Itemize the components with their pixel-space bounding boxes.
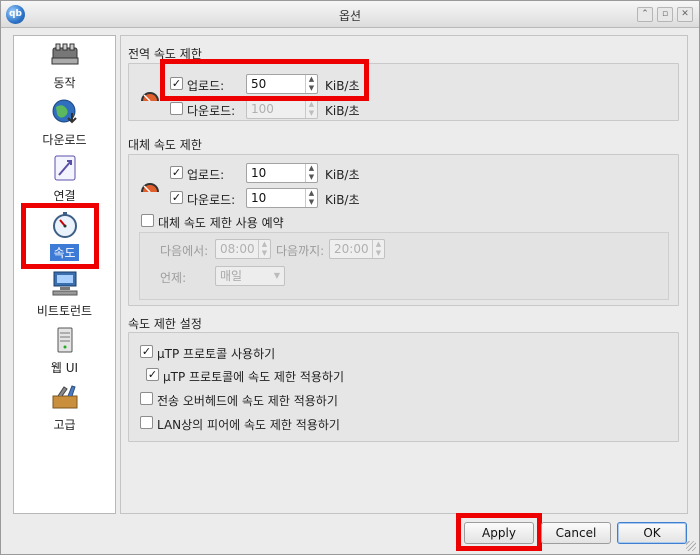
sidebar-item-behavior[interactable]: 동작 <box>14 42 115 91</box>
behavior-icon <box>50 42 80 68</box>
global-upload-spinbox[interactable]: 50 ▲ ▼ <box>246 74 318 94</box>
speed-settings-panel: 전역 속도 제한 ✓ 업로드: 50 ▲ ▼ KiB/초 다운로드: 100 ▲ ▼… <box>120 35 688 514</box>
utp-checkbox[interactable]: ✓ <box>140 345 153 358</box>
sidebar-item-webui[interactable]: 웹 UI <box>14 327 115 376</box>
sidebar-item-advanced[interactable]: 고급 <box>14 384 115 433</box>
title-bar[interactable]: qb 옵션 ⌃ ▫ ✕ <box>1 1 699 28</box>
alt-speed-gauge-icon <box>141 183 159 193</box>
schedule-label: 대체 속도 제한 사용 예약 <box>158 216 284 230</box>
global-upload-checkbox[interactable]: ✓ <box>170 77 183 90</box>
utp-label: µTP 프로토콜 사용하기 <box>157 347 276 361</box>
alt-upload-unit: KiB/초 <box>325 168 360 182</box>
advanced-tools-icon <box>50 384 80 410</box>
speed-gauge-icon <box>141 92 159 102</box>
ok-button[interactable]: OK <box>617 522 687 544</box>
limit-settings-title: 속도 제한 설정 <box>128 317 202 331</box>
global-limit-title: 전역 속도 제한 <box>128 47 202 61</box>
schedule-to-label: 다음까지: <box>276 244 325 258</box>
schedule-checkbox[interactable] <box>141 214 154 227</box>
alt-download-label: 다운로드: <box>187 193 236 207</box>
schedule-to-value: 20:00 <box>334 242 369 256</box>
minimize-up-icon[interactable]: ⌃ <box>637 7 653 22</box>
alt-download-spinbox[interactable]: 10 ▲ ▼ <box>246 188 318 208</box>
window-title: 옵션 <box>338 9 362 23</box>
sidebar-item-label: 비트토런트 <box>36 304 93 318</box>
lan-checkbox[interactable] <box>140 416 153 429</box>
sidebar-item-label: 다운로드 <box>42 133 87 147</box>
alt-limit-title: 대체 속도 제한 <box>128 138 202 152</box>
utp-limit-checkbox[interactable]: ✓ <box>146 368 159 381</box>
alt-upload-label: 업로드: <box>187 168 225 182</box>
global-download-checkbox[interactable] <box>170 102 183 115</box>
spin-arrows-icon[interactable]: ▲ ▼ <box>305 100 317 118</box>
close-icon[interactable]: ✕ <box>677 7 693 22</box>
sidebar-item-label: 연결 <box>53 189 76 203</box>
schedule-from-value: 08:00 <box>220 242 255 256</box>
sidebar-item-label: 동작 <box>53 76 76 90</box>
sidebar-item-connection[interactable]: 연결 <box>14 155 115 204</box>
sidebar-item-bittorrent[interactable]: 비트토런트 <box>14 270 115 319</box>
resize-grip[interactable] <box>686 541 696 551</box>
schedule-from-label: 다음에서: <box>160 244 209 258</box>
alt-download-checkbox[interactable]: ✓ <box>170 191 183 204</box>
spin-arrows-icon[interactable]: ▲ ▼ <box>305 164 317 182</box>
sidebar-item-label: 고급 <box>53 418 76 432</box>
speed-stopwatch-icon <box>50 212 80 238</box>
global-limit-group: ✓ 업로드: 50 ▲ ▼ KiB/초 다운로드: 100 ▲ ▼ KiB/초 <box>128 63 679 121</box>
connection-icon <box>50 155 80 181</box>
global-download-spinbox[interactable]: 100 ▲ ▼ <box>246 99 318 119</box>
spin-arrows-icon[interactable]: ▲ ▼ <box>258 240 270 258</box>
schedule-group: 다음에서: 08:00 ▲ ▼ 다음까지: 20:00 ▲ ▼ 언제: 매일 ▼ <box>139 232 669 300</box>
apply-button[interactable]: Apply <box>464 522 534 544</box>
alt-upload-value: 10 <box>251 166 267 180</box>
alt-limit-group: ✓ 업로드: 10 ▲ ▼ KiB/초 ✓ 다운로드: 10 ▲ ▼ KiB/초 대… <box>128 154 679 306</box>
sidebar-item-speed[interactable]: 속도 <box>14 212 115 261</box>
alt-download-unit: KiB/초 <box>325 193 360 207</box>
downloads-globe-icon <box>50 99 80 125</box>
global-download-unit: KiB/초 <box>325 104 360 118</box>
global-download-value: 100 <box>251 102 274 116</box>
chevron-down-icon: ▼ <box>273 271 280 280</box>
maximize-icon[interactable]: ▫ <box>657 7 673 22</box>
schedule-when-label: 언제: <box>160 271 187 285</box>
options-window: qb 옵션 ⌃ ▫ ✕ 동작 다운로드 연결 속도 비트토런트 웹 UI 고급 … <box>0 0 700 555</box>
category-sidebar: 동작 다운로드 연결 속도 비트토런트 웹 UI 고급 <box>13 35 116 514</box>
cancel-button[interactable]: Cancel <box>541 522 611 544</box>
spin-arrows-icon[interactable]: ▲ ▼ <box>305 75 317 93</box>
lan-label: LAN상의 피어에 속도 제한 적용하기 <box>157 418 340 432</box>
alt-download-value: 10 <box>251 191 267 205</box>
webui-server-icon <box>50 327 80 353</box>
sidebar-item-label: 웹 UI <box>50 361 79 375</box>
schedule-when-value: 매일 <box>220 269 243 283</box>
spin-arrows-icon[interactable]: ▲ ▼ <box>305 189 317 207</box>
sidebar-item-label: 속도 <box>50 244 79 261</box>
global-upload-unit: KiB/초 <box>325 79 360 93</box>
alt-upload-checkbox[interactable]: ✓ <box>170 166 183 179</box>
schedule-from-time[interactable]: 08:00 ▲ ▼ <box>215 239 271 259</box>
schedule-to-time[interactable]: 20:00 ▲ ▼ <box>329 239 385 259</box>
utp-limit-label: µTP 프로토콜에 속도 제한 적용하기 <box>163 370 344 384</box>
overhead-checkbox[interactable] <box>140 392 153 405</box>
alt-upload-spinbox[interactable]: 10 ▲ ▼ <box>246 163 318 183</box>
global-upload-value: 50 <box>251 77 267 91</box>
global-download-label: 다운로드: <box>187 104 236 118</box>
limit-settings-group: ✓ µTP 프로토콜 사용하기 ✓ µTP 프로토콜에 속도 제한 적용하기 전… <box>128 332 679 442</box>
spin-arrows-icon[interactable]: ▲ ▼ <box>372 240 384 258</box>
bittorrent-icon <box>50 270 80 296</box>
overhead-label: 전송 오버헤드에 속도 제한 적용하기 <box>157 394 338 408</box>
schedule-when-select[interactable]: 매일 ▼ <box>215 266 285 286</box>
global-upload-label: 업로드: <box>187 79 225 93</box>
sidebar-item-downloads[interactable]: 다운로드 <box>14 99 115 148</box>
